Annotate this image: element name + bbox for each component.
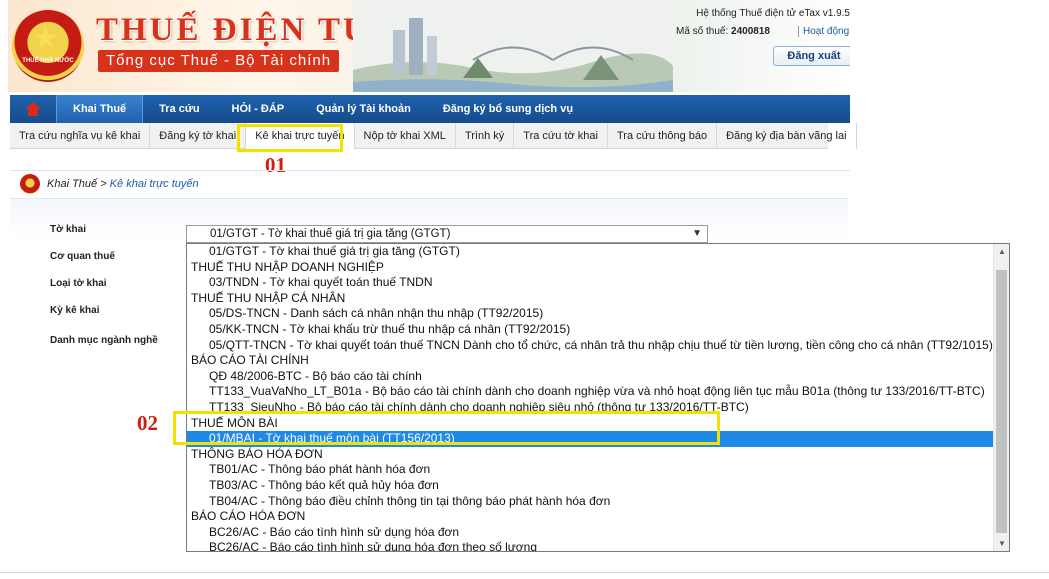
declaration-select-value: 01/GTGT - Tờ khai thuế giá trị gia tăng … (210, 228, 451, 240)
scrollbar-thumb[interactable] (996, 270, 1007, 533)
breadcrumb-current: Kê khai trực tuyến (109, 177, 199, 190)
scroll-down-icon[interactable]: ▼ (994, 539, 1009, 548)
sub-tab-obligation[interactable]: Tra cứu nghĩa vụ kê khai (10, 122, 151, 149)
tax-id-value: 2400818 (731, 26, 770, 37)
scroll-up-icon[interactable]: ▲ (994, 247, 1009, 256)
label-declaration-type: Loại tờ khai (50, 278, 107, 289)
declaration-select[interactable]: 01/GTGT - Tờ khai thuế giá trị gia tăng … (186, 225, 708, 243)
chevron-down-icon: ▼ (692, 228, 702, 239)
breadcrumb-separator: > (97, 177, 110, 190)
dropdown-group-header: THUẾ THU NHẬP CÁ NHÂN (191, 290, 346, 305)
star-icon: ★ (32, 22, 59, 55)
dropdown-option[interactable]: 05/KK-TNCN - Tờ khai khấu trừ thuế thu n… (187, 322, 994, 338)
nav-account[interactable]: Quản lý Tài khoản (300, 95, 427, 123)
sub-tab-sign[interactable]: Trình ký (456, 122, 515, 149)
dropdown-group-header: BÁO CÁO TÀI CHÍNH (191, 353, 309, 368)
dropdown-group-header: THÔNG BÁO HÓA ĐƠN (191, 446, 323, 461)
activity-link[interactable]: Hoạt động (798, 26, 849, 37)
dropdown-group-header: THUẾ THU NHẬP DOANH NGHIỆP (191, 259, 384, 274)
logout-button[interactable]: Đăng xuất (773, 46, 850, 66)
dropdown-option[interactable]: BC26/AC - Báo cáo tình hình sử dụng hóa … (187, 540, 994, 551)
emblem-text: THUẾ NHÀ NƯỚC (22, 58, 74, 64)
home-button[interactable] (10, 95, 56, 123)
dropdown-option[interactable]: 05/QTT-TNCN - Tờ khai quyết toán thuế TN… (187, 338, 994, 354)
emblem-icon (20, 173, 40, 194)
step-marker-2: 02 (137, 411, 158, 435)
dropdown-option[interactable]: 05/DS-TNCN - Danh sách cá nhân nhận thu … (187, 306, 994, 322)
site-subtitle: Tổng cục Thuế - Bộ Tài chính (98, 50, 340, 72)
breadcrumb-text: Khai Thuế > Kê khai trực tuyến (47, 178, 199, 190)
dropdown-option[interactable]: TB03/AC - Thông báo kết quả hủy hóa đơn (187, 478, 994, 494)
sub-tab-register-declaration[interactable]: Đăng ký tờ khai (150, 122, 247, 149)
sub-nav: Tra cứu nghĩa vụ kê khai Đăng ký tờ khai… (10, 122, 857, 149)
dropdown-option[interactable]: 03/TNDN - Tờ khai quyết toán thuế TNDN (187, 275, 994, 291)
breadcrumb: Khai Thuế > Kê khai trực tuyến (10, 170, 850, 196)
dropdown-group-header: BÁO CÁO HÓA ĐƠN (191, 509, 306, 524)
label-declaration: Tờ khai (50, 224, 87, 235)
dropdown-option[interactable]: QĐ 48/2006-BTC - Bộ báo cáo tài chính (187, 369, 994, 385)
sub-tab-submit-xml[interactable]: Nộp tờ khai XML (355, 122, 456, 149)
emblem-logo: ★ THUẾ NHÀ NƯỚC (12, 10, 84, 82)
sub-tab-register-area[interactable]: Đăng ký địa bàn vãng lai (717, 122, 857, 149)
dropdown-option[interactable]: 01/GTGT - Tờ khai thuế giá trị gia tăng … (187, 244, 994, 260)
dropdown-option[interactable]: TB01/AC - Thông báo phát hành hóa đơn (187, 462, 994, 478)
tax-id-label: Mã số thuế: (676, 26, 729, 37)
breadcrumb-root[interactable]: Khai Thuế (47, 178, 97, 190)
system-version: Hệ thống Thuế điện tử eTax v1.9.5 (696, 8, 850, 19)
dropdown-option[interactable]: TT133_VuaVaNho_LT_B01a - Bộ báo cáo tài … (187, 384, 994, 400)
dropdown-scrollbar[interactable]: ▲ ▼ (993, 244, 1009, 551)
site-header: ★ THUẾ NHÀ NƯỚC THUẾ ĐIỆN TỬ Tổng cục Th… (8, 0, 850, 92)
highlight-box-online-declaration (237, 124, 343, 152)
home-icon (25, 102, 41, 116)
tax-id-display: Mã số thuế: 2400818 (676, 26, 770, 37)
footer-divider (0, 572, 1049, 573)
nav-tra-cuu[interactable]: Tra cứu (143, 95, 215, 123)
sub-tab-search-declaration[interactable]: Tra cứu tờ khai (514, 122, 608, 149)
site-title: THUẾ ĐIỆN TỬ (96, 12, 373, 48)
dropdown-option[interactable]: BC26/AC - Báo cáo tình hình sử dụng hóa … (187, 525, 994, 541)
sub-tab-search-notice[interactable]: Tra cứu thông báo (608, 122, 718, 149)
label-tax-office: Cơ quan thuế (50, 251, 115, 262)
nav-khai-thue[interactable]: Khai Thuế (56, 95, 144, 123)
declaration-dropdown-list[interactable]: 01/GTGT - Tờ khai thuế giá trị gia tăng … (186, 243, 1010, 552)
nav-register-service[interactable]: Đăng ký bổ sung dịch vụ (427, 95, 589, 123)
city-skyline-banner (353, 0, 673, 92)
dropdown-option[interactable]: TB04/AC - Thông báo điều chỉnh thông tin… (187, 494, 994, 510)
main-nav: Khai Thuế Tra cứu HỎI - ĐÁP Quản lý Tài … (10, 95, 850, 123)
label-industry: Danh mục ngành nghề (50, 335, 158, 346)
nav-hoi-dap[interactable]: HỎI - ĐÁP (216, 95, 301, 123)
highlight-box-mon-bai (173, 411, 720, 445)
label-period: Kỳ kê khai (50, 305, 100, 316)
